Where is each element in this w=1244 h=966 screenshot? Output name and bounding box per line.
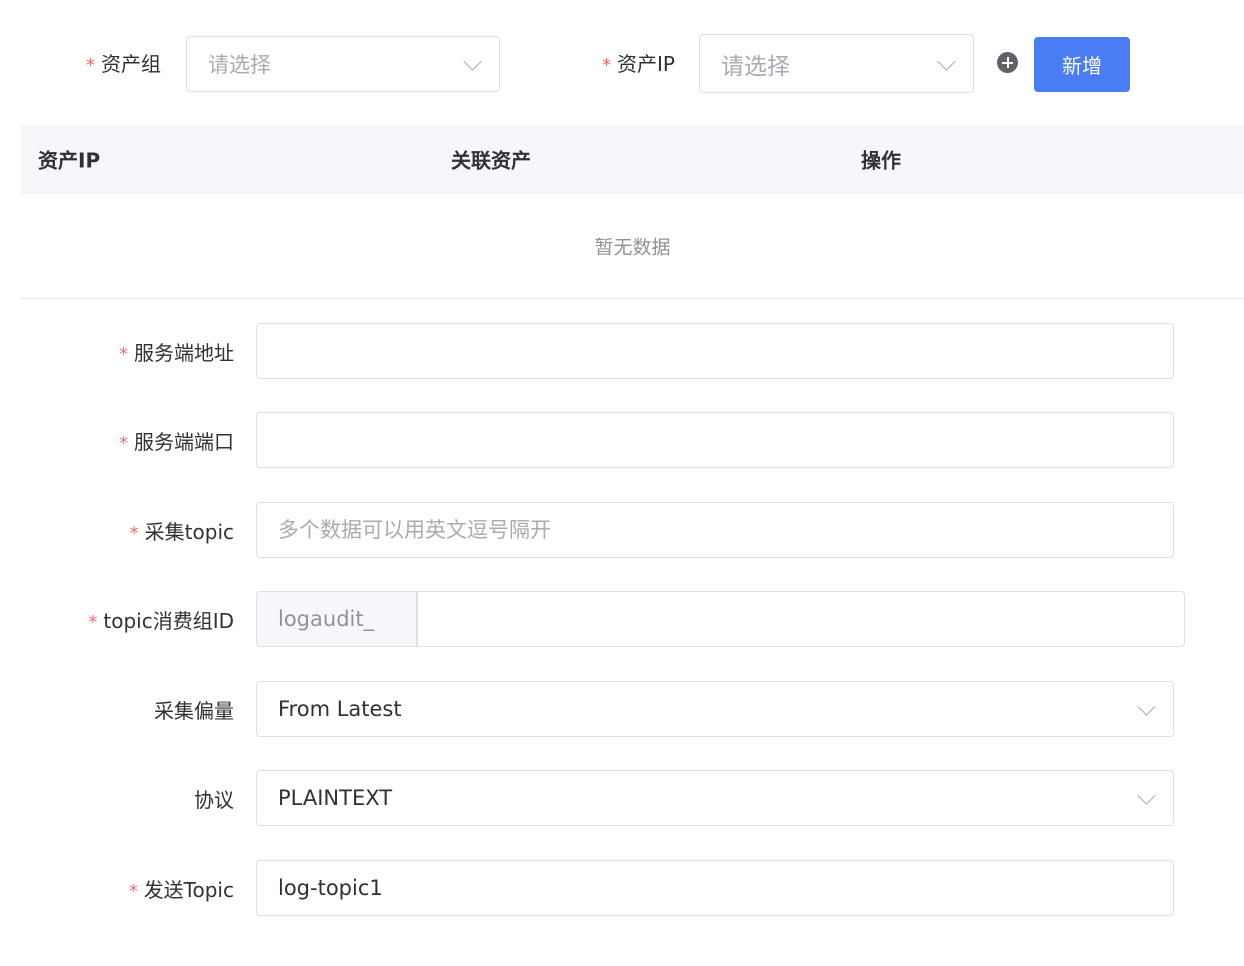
offset-select[interactable]: From Latest — [256, 681, 1174, 737]
offset-selected-value: From Latest — [278, 697, 402, 721]
empty-text: 暂无数据 — [594, 236, 671, 259]
asset-ip-label: * 资产IP — [602, 52, 675, 76]
required-mark: * — [88, 612, 98, 633]
asset-group-label: * 资产组 — [86, 52, 161, 76]
server-port-input[interactable] — [256, 412, 1174, 468]
plus-circle-icon[interactable] — [997, 52, 1018, 73]
consumer-group-id-label: * topic消费组ID — [88, 609, 234, 633]
send-topic-input[interactable] — [256, 860, 1174, 916]
consumer-group-id-input[interactable] — [417, 591, 1185, 647]
table-header: 资产IP 关联资产 操作 — [21, 125, 1244, 194]
required-mark: * — [86, 55, 95, 76]
required-mark: * — [128, 881, 138, 902]
chevron-down-icon — [463, 52, 482, 71]
column-header-related-asset: 关联资产 — [451, 148, 531, 173]
collect-topic-label: * 采集topic — [129, 520, 234, 544]
chevron-down-icon — [1137, 786, 1156, 805]
required-mark: * — [602, 55, 611, 76]
server-address-input[interactable] — [256, 323, 1174, 379]
table-empty-state: 暂无数据 — [21, 194, 1244, 299]
chevron-down-icon — [1137, 697, 1156, 716]
asset-ip-select[interactable]: 请选择 — [699, 34, 974, 93]
offset-label: 采集偏量 — [154, 699, 234, 723]
required-mark: * — [119, 344, 128, 365]
server-address-label: * 服务端地址 — [119, 341, 234, 365]
asset-group-select[interactable]: 请选择 — [186, 36, 500, 92]
chevron-down-icon — [937, 51, 956, 71]
asset-config-page: * 资产组 请选择 * 资产IP 请选择 新增 资产IP 关联资产 操作 暂无数据 … — [0, 0, 1244, 966]
asset-group-placeholder: 请选择 — [208, 53, 271, 77]
send-topic-label: * 发送Topic — [128, 878, 234, 902]
asset-ip-placeholder: 请选择 — [721, 53, 790, 80]
column-header-asset-ip: 资产IP — [38, 148, 101, 173]
required-mark: * — [129, 523, 139, 544]
column-header-actions: 操作 — [861, 148, 901, 173]
collect-topic-input[interactable] — [256, 502, 1174, 558]
protocol-label: 协议 — [194, 788, 234, 812]
add-button[interactable]: 新增 — [1034, 37, 1130, 92]
consumer-group-prefix: logaudit_ — [256, 591, 417, 647]
server-port-label: * 服务端端口 — [119, 430, 234, 454]
protocol-selected-value: PLAINTEXT — [278, 786, 393, 810]
required-mark: * — [119, 433, 128, 454]
protocol-select[interactable]: PLAINTEXT — [256, 770, 1174, 826]
